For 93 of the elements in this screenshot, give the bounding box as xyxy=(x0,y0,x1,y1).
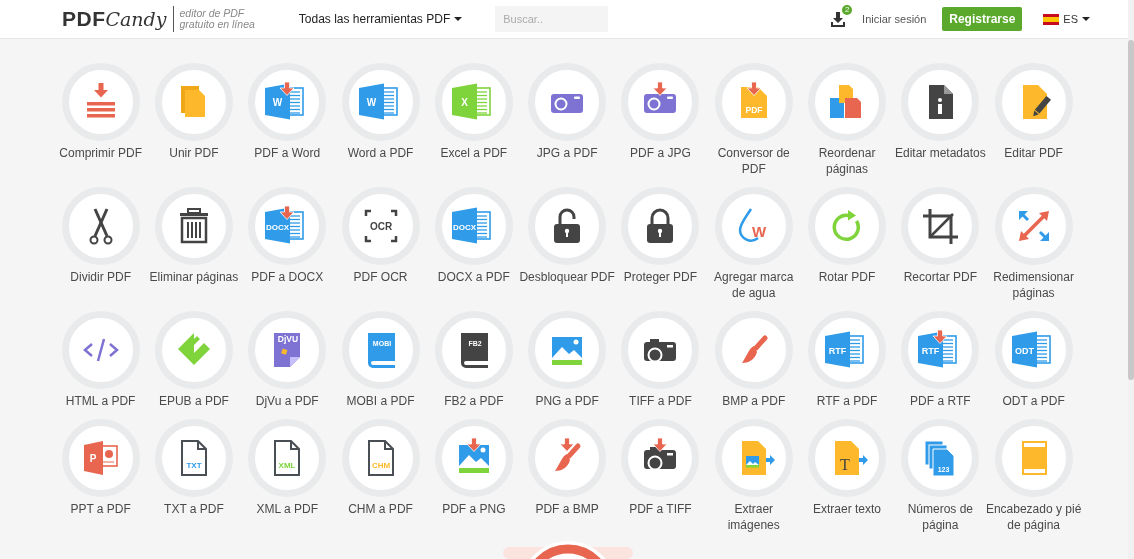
tool-link[interactable]: JPG a PDF xyxy=(520,63,614,161)
tool-link[interactable]: HTML a PDF xyxy=(54,311,148,409)
code-icon xyxy=(61,311,140,389)
document-icon: DOCX xyxy=(434,187,513,265)
tool-link[interactable]: PDF a PNG xyxy=(427,419,521,517)
brush-icon xyxy=(528,419,607,497)
pages-icon xyxy=(154,63,233,141)
tools-menu-button[interactable]: Todas las herramientas PDF xyxy=(298,12,463,26)
tool-link[interactable]: X Excel a PDF xyxy=(427,63,521,161)
tool-link[interactable]: ODT ODT a PDF xyxy=(986,311,1081,409)
login-link[interactable]: Iniciar sesión xyxy=(862,13,927,25)
tool-link[interactable]: TIFF a PDF xyxy=(613,311,708,409)
tool-link[interactable]: PNG a PDF xyxy=(520,311,614,409)
tool-link[interactable]: Unir PDF xyxy=(147,63,241,161)
tool-link[interactable]: Dividir PDF xyxy=(54,187,148,285)
document-icon: DOCX xyxy=(248,187,327,265)
presentation-icon: P xyxy=(61,419,140,497)
logo-link[interactable]: PDFCandy xyxy=(62,7,167,31)
tool-link[interactable]: BMP a PDF xyxy=(707,311,801,409)
crop-icon xyxy=(901,187,980,265)
tool-link[interactable]: CHM CHM a PDF xyxy=(333,419,428,517)
tool-link[interactable]: Encabezado y pié de página xyxy=(986,419,1081,533)
resize-arrows-icon xyxy=(994,187,1073,265)
tool-link[interactable]: Reordenar páginas xyxy=(800,63,894,177)
file-icon: CHM xyxy=(341,419,420,497)
tool-link[interactable]: W PDF a Word xyxy=(240,63,334,161)
document-icon: W xyxy=(341,63,420,141)
rotate-icon xyxy=(808,187,886,265)
camera-icon xyxy=(621,419,700,497)
download-count-badge: 2 xyxy=(842,5,853,15)
tool-link[interactable]: OCR PDF OCR xyxy=(333,187,428,285)
image-icon xyxy=(528,311,607,389)
scissors-icon xyxy=(61,187,140,265)
tool-link[interactable]: Comprimir PDF xyxy=(54,63,148,161)
text-file-icon: T xyxy=(808,419,886,497)
camera-icon xyxy=(528,63,607,141)
file-icon: TXT xyxy=(154,419,233,497)
caret-icon xyxy=(454,17,463,21)
tool-link[interactable]: PDF Conversor de PDF xyxy=(707,63,801,177)
pdf-file-icon: PDF xyxy=(714,63,793,141)
language-selector[interactable]: ES xyxy=(1043,13,1090,25)
document-icon: RTF xyxy=(901,311,980,389)
brush-icon xyxy=(714,311,793,389)
trash-icon xyxy=(154,187,233,265)
epub-icon xyxy=(154,311,233,389)
file-icon: XML xyxy=(248,419,327,497)
document-icon: W xyxy=(248,63,327,141)
tool-link[interactable]: P PPT a PDF xyxy=(54,419,148,517)
tool-link[interactable]: Editar PDF xyxy=(986,63,1081,161)
water-drop-icon: W xyxy=(714,187,793,265)
arrow-stack-icon xyxy=(61,63,140,141)
tool-link[interactable]: Editar metadatos xyxy=(893,63,987,161)
image-icon xyxy=(434,419,513,497)
djvu-file-icon: DjVU xyxy=(248,311,327,389)
tool-link[interactable]: TXT TXT a PDF xyxy=(147,419,241,517)
round-button-icon[interactable] xyxy=(503,539,633,559)
tool-link[interactable]: RTF RTF a PDF xyxy=(800,311,894,409)
document-icon: RTF xyxy=(808,311,886,389)
flag-icon xyxy=(1043,13,1060,25)
tool-link[interactable]: Rotar PDF xyxy=(800,187,894,285)
tool-link[interactable]: W Agregar marca de agua xyxy=(707,187,801,301)
file-pencil-icon xyxy=(994,63,1073,141)
unlocked-padlock-icon xyxy=(528,187,607,265)
tool-link[interactable]: PDF a BMP xyxy=(520,419,614,517)
scrollbar-thumb[interactable] xyxy=(1128,40,1134,380)
pages-icon xyxy=(808,63,886,141)
ocr-icon: OCR xyxy=(341,187,420,265)
camera-icon xyxy=(621,63,700,141)
tool-link[interactable]: Eliminar páginas xyxy=(147,187,241,285)
image-file-icon xyxy=(714,419,793,497)
tagline: editor de PDF gratuito en línea xyxy=(179,8,255,30)
tool-link[interactable]: EPUB a PDF xyxy=(147,311,241,409)
tool-link[interactable]: Redimensionar páginas xyxy=(986,187,1081,301)
tool-link[interactable]: DOCX PDF a DOCX xyxy=(240,187,334,285)
padlock-icon xyxy=(621,187,700,265)
info-file-icon xyxy=(901,63,980,141)
camera-icon xyxy=(621,311,700,389)
search-field[interactable]: Buscar.. xyxy=(495,6,609,32)
tool-link[interactable]: PDF a TIFF xyxy=(613,419,708,517)
download-icon[interactable] xyxy=(830,11,847,27)
tool-link[interactable]: T Extraer texto xyxy=(800,419,894,517)
tool-link[interactable]: DjVU DjVu a PDF xyxy=(240,311,334,409)
spreadsheet-icon: X xyxy=(434,63,513,141)
tool-link[interactable]: XML XML a PDF xyxy=(240,419,334,517)
tool-link[interactable]: Desbloquear PDF xyxy=(520,187,614,285)
tool-link[interactable]: DOCX DOCX a PDF xyxy=(427,187,521,285)
tool-link[interactable]: RTF PDF a RTF xyxy=(893,311,987,409)
tool-link[interactable]: Extraer imágenes xyxy=(707,419,801,533)
tool-link[interactable]: W Word a PDF xyxy=(333,63,428,161)
document-icon: ODT xyxy=(994,311,1073,389)
tool-link[interactable]: Recortar PDF xyxy=(893,187,987,285)
tool-link[interactable]: PDF a JPG xyxy=(613,63,708,161)
page-layout-icon xyxy=(994,419,1073,497)
